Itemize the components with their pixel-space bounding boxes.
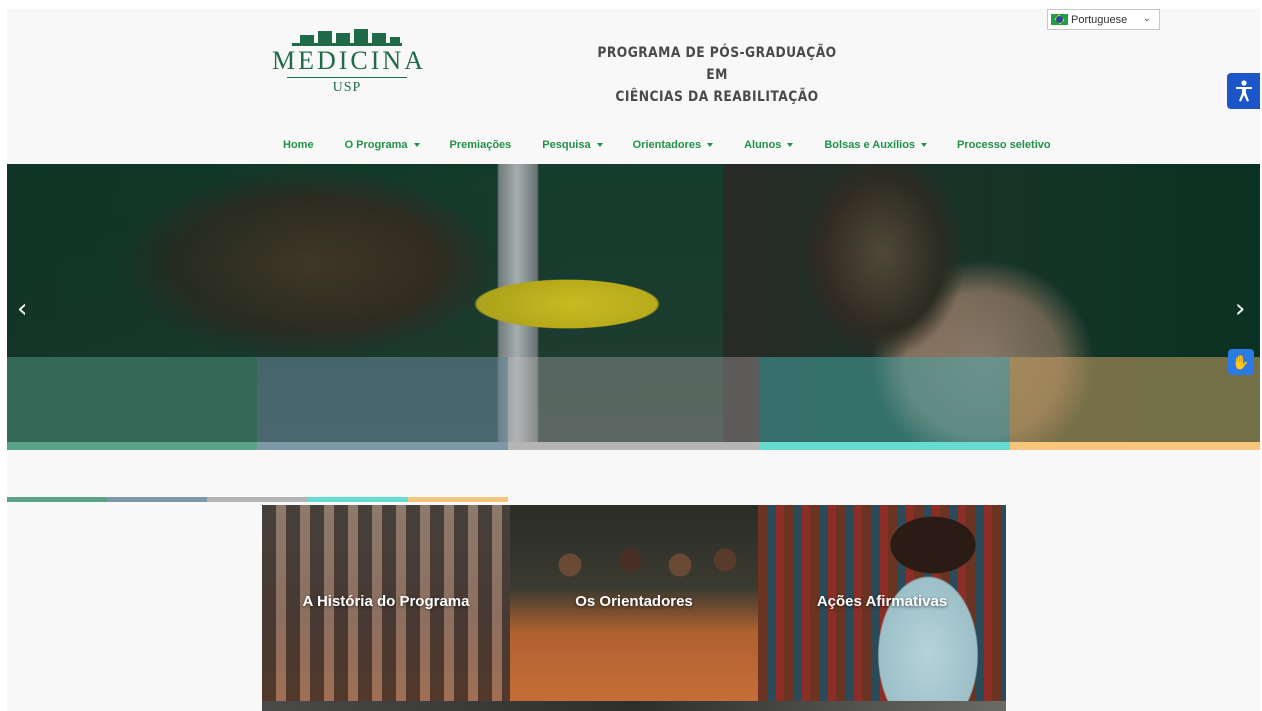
nav-item-label: Premiações xyxy=(449,139,512,151)
hero-stripe xyxy=(1010,442,1260,450)
divider-segment xyxy=(307,497,408,502)
language-select[interactable]: Portuguese ⌄ xyxy=(1047,9,1160,30)
nav-item-alunos[interactable]: Alunos xyxy=(744,139,794,151)
divider-segment xyxy=(7,497,108,502)
chevron-left-icon: ‹ xyxy=(17,294,28,324)
nav-item-processo-seletivo[interactable]: Processo seletivo xyxy=(957,139,1051,151)
nav-item-label: Bolsas e Auxílios xyxy=(824,139,916,151)
chevron-right-icon: › xyxy=(1235,294,1246,324)
slider-next-button[interactable]: › xyxy=(1235,294,1245,324)
accessibility-icon xyxy=(1235,80,1252,102)
chevron-down-icon: ⌄ xyxy=(1142,13,1151,24)
card-label: Ações Afirmativas xyxy=(816,593,948,610)
nav-item-o-programa[interactable]: O Programa xyxy=(345,139,420,151)
hero-color-band xyxy=(508,357,759,442)
hero-slider: ‹ › xyxy=(7,164,1260,450)
divider-segment xyxy=(407,497,509,502)
building-icon xyxy=(292,29,402,46)
caret-down-icon xyxy=(707,143,714,147)
logo-wordmark: MEDICINA xyxy=(272,46,426,75)
nav-item-home[interactable]: Home xyxy=(283,139,314,151)
slider-prev-button[interactable]: ‹ xyxy=(17,294,27,324)
nav-item-label: Alunos xyxy=(744,139,782,151)
hero-stripe xyxy=(7,442,257,450)
hero-color-band xyxy=(7,357,257,442)
divider-segment xyxy=(107,497,208,502)
card-label: A História do Programa xyxy=(302,593,470,610)
nav-item-label: Home xyxy=(283,139,314,151)
feature-cards: A História do Programa Os Orientadores A… xyxy=(262,505,1006,711)
nav-item-premiacoes[interactable]: Premiações xyxy=(450,139,512,151)
divider-segment xyxy=(207,497,308,502)
nav-item-orientadores[interactable]: Orientadores xyxy=(632,139,714,151)
logo-usp-mark: USP xyxy=(287,77,407,96)
section-divider xyxy=(7,497,509,502)
brazil-flag-icon xyxy=(1051,14,1068,25)
hero-stripe xyxy=(759,442,1010,450)
language-selected-value: Portuguese xyxy=(1071,13,1128,26)
hero-stripe xyxy=(257,442,508,450)
caret-down-icon xyxy=(921,143,928,147)
nav-item-bolsas-e-auxilios[interactable]: Bolsas e Auxílios xyxy=(824,139,928,151)
libras-sign-language-button[interactable]: ✋ xyxy=(1228,349,1254,375)
nav-item-label: Processo seletivo xyxy=(957,139,1051,151)
nav-item-label: O Programa xyxy=(344,139,408,151)
hero-color-band xyxy=(1010,357,1260,442)
nav-item-pesquisa[interactable]: Pesquisa xyxy=(542,139,603,151)
hero-color-band xyxy=(257,357,508,442)
caret-down-icon xyxy=(413,143,420,147)
page-frame: MEDICINA USP PROGRAMA DE PÓS-GRADUAÇÃO E… xyxy=(7,9,1260,711)
hero-stripe xyxy=(508,442,759,450)
caret-down-icon xyxy=(596,143,603,147)
card-historia-do-programa[interactable]: A História do Programa xyxy=(262,505,510,711)
card-acoes-afirmativas[interactable]: Ações Afirmativas xyxy=(758,505,1006,711)
caret-down-icon xyxy=(787,143,794,147)
card-label: Os Orientadores xyxy=(575,593,693,610)
program-title-line2: CIÊNCIAS DA REABILITAÇÃO xyxy=(615,89,819,105)
medicina-usp-logo[interactable]: MEDICINA USP xyxy=(272,29,426,119)
nav-item-label: Pesquisa xyxy=(542,139,591,151)
card-os-orientadores[interactable]: Os Orientadores xyxy=(510,505,758,711)
hand-sign-icon: ✋ xyxy=(1232,353,1250,370)
nav-item-label: Orientadores xyxy=(632,139,702,151)
accessibility-button[interactable] xyxy=(1227,73,1260,109)
main-nav: Home O Programa Premiações Pesquisa Orie… xyxy=(283,137,1051,153)
next-row-cards-peek xyxy=(262,701,1006,711)
program-title-line1: PROGRAMA DE PÓS-GRADUAÇÃO EM xyxy=(597,45,837,83)
hero-overlay xyxy=(7,164,1260,357)
hero-color-band xyxy=(759,357,1010,442)
program-title: PROGRAMA DE PÓS-GRADUAÇÃO EM CIÊNCIAS DA… xyxy=(585,42,849,108)
